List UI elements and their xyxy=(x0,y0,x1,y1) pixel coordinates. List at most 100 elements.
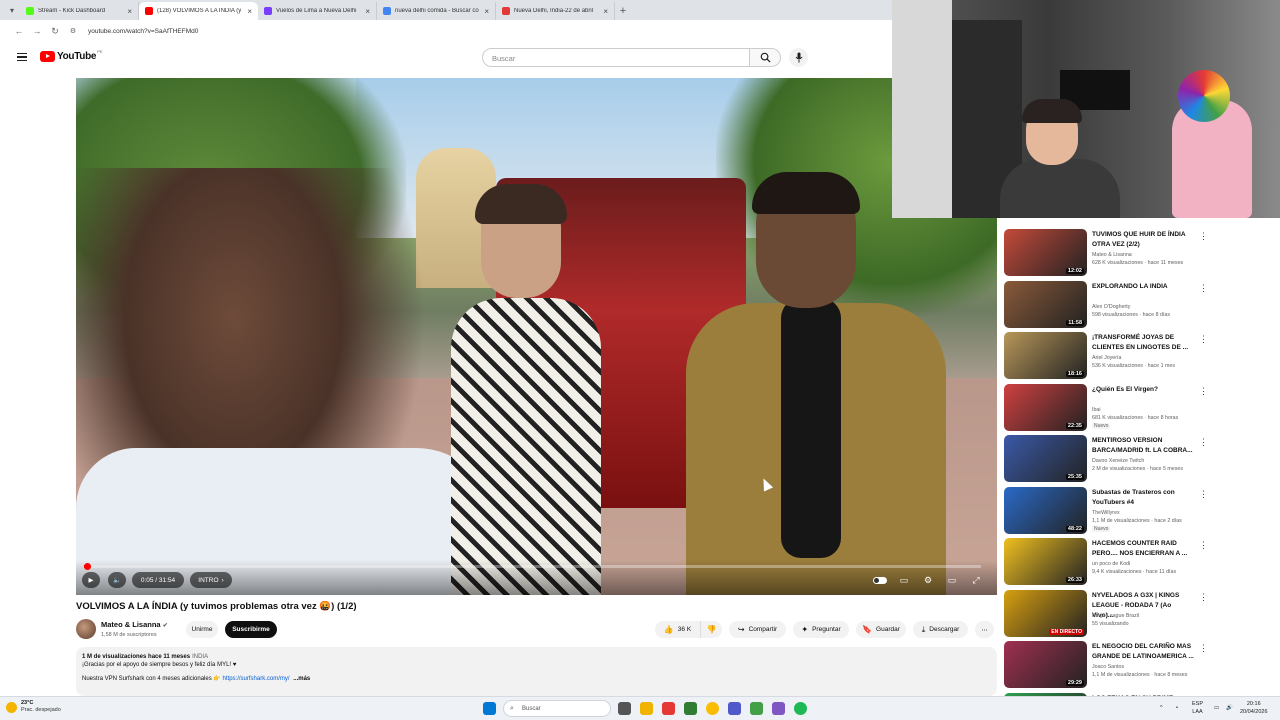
related-video-item[interactable]: EN DIRECTO NYVELADOS A G3X | KINGS LEAGUE… xyxy=(1000,582,1280,637)
tab-list-icon[interactable]: ▾ xyxy=(4,0,20,20)
reload-icon[interactable]: ↻ xyxy=(46,26,64,37)
video-thumbnail[interactable]: 25:35 xyxy=(1004,435,1087,482)
related-video-item[interactable]: LOS FEKAS EN SU PRIME⋮ xyxy=(1000,685,1280,696)
menu-icon[interactable] xyxy=(17,53,27,62)
browser-tab[interactable]: Stream - Kick Dashboard × xyxy=(20,2,139,20)
chevron-up-icon[interactable]: ^ xyxy=(1160,704,1163,712)
more-vertical-icon[interactable]: ⋮ xyxy=(1199,592,1208,603)
play-button[interactable]: ▶ xyxy=(82,572,100,588)
network-icon[interactable]: • xyxy=(1176,704,1178,712)
display-icon[interactable]: ▭ xyxy=(1214,704,1219,712)
theater-mode-icon[interactable]: ▭ xyxy=(945,574,959,586)
more-vertical-icon[interactable]: ⋮ xyxy=(1199,489,1208,500)
related-video-channel[interactable]: Kings League Brazil xyxy=(1092,613,1139,619)
download-button[interactable]: ⤓ Descargar xyxy=(913,621,968,638)
teams-icon[interactable] xyxy=(728,702,741,715)
keyboard-language[interactable]: ESP LAA xyxy=(1192,700,1203,716)
related-video-channel[interactable]: un poco de Kodi xyxy=(1092,561,1130,567)
related-video-title[interactable]: ¡TRANSFORMÉ JOYAS DE CLIENTES EN LINGOTE… xyxy=(1092,333,1194,353)
video-thumbnail[interactable]: 26:33 xyxy=(1004,538,1087,585)
dislike-button[interactable]: 👎 xyxy=(700,621,722,638)
more-vertical-icon[interactable]: ⋮ xyxy=(1199,643,1208,654)
related-video-item[interactable]: 18:16 ¡TRANSFORMÉ JOYAS DE CLIENTES EN LI… xyxy=(1000,324,1280,379)
browser-tab[interactable]: nueva delhi comida - Buscar co × xyxy=(377,2,496,20)
chrome-icon[interactable] xyxy=(706,702,719,715)
clock[interactable]: 20:16 20/04/2026 xyxy=(1240,700,1268,716)
subtitles-icon[interactable]: ▭ xyxy=(897,574,911,586)
forward-icon[interactable]: → xyxy=(28,26,46,36)
browser-tab[interactable]: Nueva Delhi, India-22 de abril × xyxy=(496,2,615,20)
brave-browser-icon[interactable] xyxy=(662,702,675,715)
settings-icon[interactable]: ⚙ xyxy=(921,574,935,586)
video-player[interactable] xyxy=(76,78,997,595)
app-icon[interactable] xyxy=(684,702,697,715)
browser-tab[interactable]: Vuelos de Lima a Nueva Delhi × xyxy=(258,2,377,20)
close-tab-icon[interactable]: × xyxy=(247,7,252,16)
task-view-icon[interactable] xyxy=(618,702,631,715)
related-video-item[interactable]: 12:02 TUVIMOS QUE HUIR DE ÍNDIA OTRA VEZ … xyxy=(1000,221,1280,276)
video-thumbnail[interactable]: 18:16 xyxy=(1004,332,1087,379)
description-box[interactable]: 1 M de visualizaciones hace 11 meses INDI… xyxy=(76,647,997,696)
taskbar-search[interactable]: ⌕ Buscar xyxy=(503,700,611,717)
more-vertical-icon[interactable]: ⋮ xyxy=(1199,231,1208,242)
related-video-channel[interactable]: Joaco Santos xyxy=(1092,664,1124,670)
ask-button[interactable]: ✦ Preguntar xyxy=(793,621,849,638)
related-video-channel[interactable]: TheWillyrex xyxy=(1092,510,1120,516)
close-tab-icon[interactable]: × xyxy=(127,7,132,16)
related-video-title[interactable]: HACEMOS COUNTER RAID PERO.... NOS ENCIER… xyxy=(1092,539,1194,559)
close-tab-icon[interactable]: × xyxy=(484,7,489,16)
weather-widget[interactable]: 23°C Prac. despejado xyxy=(6,700,61,714)
share-button[interactable]: ↪ Compartir xyxy=(729,621,786,638)
search-input[interactable]: Buscar xyxy=(482,48,750,67)
related-video-item[interactable]: 22:35 ¿Quién Es El Virgen? Ibai 681 K visua… xyxy=(1000,376,1280,431)
related-video-title[interactable]: EXPLORANDO LA INDIA xyxy=(1092,282,1194,292)
show-more-link[interactable]: ...más xyxy=(293,676,310,682)
video-thumbnail[interactable]: 11:58 xyxy=(1004,280,1087,328)
video-thumbnail[interactable]: 48:22 xyxy=(1004,486,1087,534)
video-thumbnail[interactable]: 29:29 xyxy=(1004,641,1087,688)
discord-icon[interactable] xyxy=(772,702,785,715)
related-video-item[interactable]: 11:58 EXPLORANDO LA INDIA Alex O'Dogherty 5… xyxy=(1000,273,1280,328)
related-video-title[interactable]: MENTIROSO VERSION BARCA/MADRID ft. LA CO… xyxy=(1092,436,1194,456)
close-tab-icon[interactable]: × xyxy=(365,7,370,16)
more-actions-button[interactable]: ⋯ xyxy=(975,621,994,638)
related-video-item[interactable]: 26:33 HACEMOS COUNTER RAID PERO.... NOS E… xyxy=(1000,530,1280,585)
url-field[interactable]: youtube.com/watch?v=SaAfTHEFMd0 xyxy=(88,28,198,35)
fullscreen-icon[interactable]: ⤢ xyxy=(969,574,983,586)
new-tab-button[interactable]: + xyxy=(615,2,631,20)
more-vertical-icon[interactable]: ⋮ xyxy=(1199,283,1208,294)
video-thumbnail[interactable]: 12:02 xyxy=(1004,229,1087,276)
related-video-channel[interactable]: Alex O'Dogherty xyxy=(1092,304,1130,310)
related-video-title[interactable]: TUVIMOS QUE HUIR DE ÍNDIA OTRA VEZ (2/2) xyxy=(1092,230,1194,250)
related-video-title[interactable]: EL NEGOCIO DEL CARIÑO MAS GRANDE DE LATI… xyxy=(1092,642,1194,662)
scrubber-handle[interactable] xyxy=(83,563,91,570)
related-video-channel[interactable]: Mateo & Lisanna xyxy=(1092,252,1132,258)
more-vertical-icon[interactable]: ⋮ xyxy=(1199,386,1208,397)
site-info-icon[interactable]: ⚙ xyxy=(64,27,82,35)
search-button[interactable] xyxy=(750,48,781,67)
more-vertical-icon[interactable]: ⋮ xyxy=(1199,540,1208,551)
more-vertical-icon[interactable]: ⋮ xyxy=(1199,437,1208,448)
like-button[interactable]: 👍 36 K xyxy=(655,621,700,638)
autoplay-toggle[interactable] xyxy=(873,574,887,586)
voice-search-button[interactable] xyxy=(789,48,808,67)
related-video-channel[interactable]: Davoo Xeneize Twitch xyxy=(1092,458,1144,464)
join-button[interactable]: Unirme xyxy=(186,621,218,638)
save-button[interactable]: 🔖 Guardar xyxy=(856,621,906,638)
volume-icon[interactable]: 🔊 xyxy=(1226,704,1233,712)
related-video-channel[interactable]: Ibai xyxy=(1092,407,1101,413)
related-video-title[interactable]: Subastas de Trasteros con YouTubers #4 xyxy=(1092,488,1194,508)
file-explorer-icon[interactable] xyxy=(640,702,653,715)
spotify-icon[interactable] xyxy=(794,702,807,715)
channel-avatar[interactable] xyxy=(76,619,96,639)
windows-start-icon[interactable] xyxy=(483,702,496,715)
app-icon[interactable] xyxy=(750,702,763,715)
video-thumbnail[interactable]: 22:35 xyxy=(1004,383,1087,431)
related-video-channel[interactable]: Ariel Joyería xyxy=(1092,355,1121,361)
back-icon[interactable]: ← xyxy=(10,26,28,36)
close-tab-icon[interactable]: × xyxy=(603,7,608,16)
subscribe-button[interactable]: Suscribirme xyxy=(225,621,277,638)
video-thumbnail[interactable]: EN DIRECTO xyxy=(1004,589,1087,637)
youtube-logo[interactable]: YouTube PE xyxy=(40,49,103,62)
more-vertical-icon[interactable]: ⋮ xyxy=(1199,334,1208,345)
